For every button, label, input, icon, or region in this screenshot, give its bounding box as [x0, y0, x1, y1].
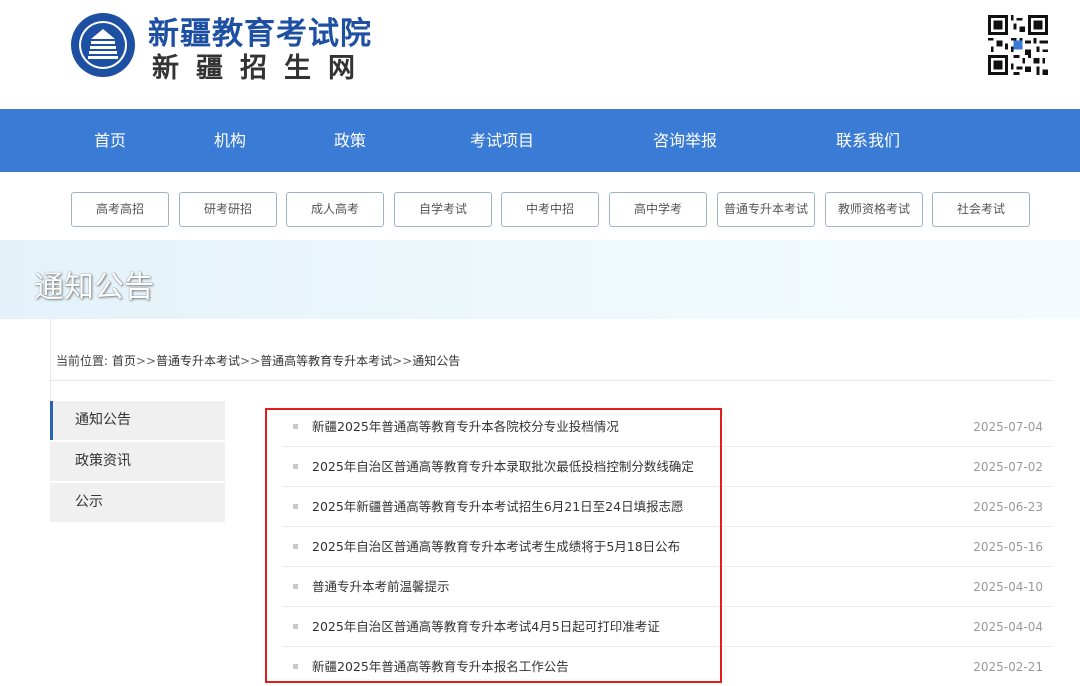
nav-item-contact[interactable]: 联系我们	[836, 109, 900, 172]
square-bullet-icon	[293, 464, 298, 469]
breadcrumb-item-notices[interactable]: 通知公告	[412, 354, 460, 368]
site-header: 新疆教育考试院 新疆招生网	[0, 0, 1080, 109]
news-title[interactable]: 2025年新疆普通高等教育专升本考试招生6月21日至24日填报志愿	[312, 487, 684, 527]
news-date: 2025-06-23	[973, 500, 1043, 514]
site-subtitle: 新疆招生网	[152, 53, 372, 84]
square-bullet-icon	[293, 664, 298, 669]
sidebar-item-public-notice[interactable]: 公示	[50, 483, 225, 522]
news-date: 2025-04-10	[973, 580, 1043, 594]
breadcrumb-item-higher-ed-upgrade[interactable]: 普通高等教育专升本考试	[260, 354, 392, 368]
sidebar-item-policy-news[interactable]: 政策资讯	[50, 442, 225, 481]
breadcrumb-separator: >>	[392, 354, 413, 368]
news-date: 2025-07-04	[973, 420, 1043, 434]
category-button[interactable]: 成人高考	[286, 192, 384, 227]
category-button[interactable]: 普通专升本考试	[717, 192, 815, 227]
news-item[interactable]: 2025年自治区普通高等教育专升本录取批次最低投档控制分数线确定 2025-07…	[282, 447, 1052, 487]
news-item[interactable]: 普通专升本考前温馨提示 2025-04-10	[282, 567, 1052, 607]
breadcrumb-prefix: 当前位置:	[56, 354, 109, 368]
nav-item-consult-report[interactable]: 咨询举报	[653, 109, 717, 172]
category-button[interactable]: 教师资格考试	[825, 192, 923, 227]
nav-item-policy[interactable]: 政策	[334, 109, 366, 172]
news-title[interactable]: 2025年自治区普通高等教育专升本考试4月5日起可打印准考证	[312, 607, 660, 647]
category-button[interactable]: 高中学考	[609, 192, 707, 227]
category-button[interactable]: 研考研招	[179, 192, 277, 227]
breadcrumb: 当前位置: 首页>>普通专升本考试>>普通高等教育专升本考试>>通知公告	[56, 352, 460, 369]
news-title[interactable]: 新疆2025年普通高等教育专升本报名工作公告	[312, 647, 569, 686]
main-nav: 首页 机构 政策 考试项目 咨询举报 联系我们	[0, 109, 1080, 172]
breadcrumb-item-upgrade-exam[interactable]: 普通专升本考试	[156, 354, 240, 368]
news-item[interactable]: 2025年自治区普通高等教育专升本考试考生成绩将于5月18日公布 2025-05…	[282, 527, 1052, 567]
category-button[interactable]: 中考中招	[501, 192, 599, 227]
square-bullet-icon	[293, 424, 298, 429]
divider	[50, 380, 1052, 381]
news-list: 新疆2025年普通高等教育专升本各院校分专业投档情况 2025-07-04 20…	[282, 407, 1052, 686]
divider	[50, 319, 51, 401]
square-bullet-icon	[293, 624, 298, 629]
breadcrumb-item-home[interactable]: 首页	[112, 354, 136, 368]
news-item[interactable]: 2025年自治区普通高等教育专升本考试4月5日起可打印准考证 2025-04-0…	[282, 607, 1052, 647]
news-date: 2025-02-21	[973, 660, 1043, 674]
content-area: 当前位置: 首页>>普通专升本考试>>普通高等教育专升本考试>>通知公告 通知公…	[0, 319, 1080, 686]
breadcrumb-separator: >>	[135, 354, 156, 368]
square-bullet-icon	[293, 584, 298, 589]
banner-title: 通知公告	[34, 270, 154, 305]
breadcrumb-separator: >>	[240, 354, 261, 368]
square-bullet-icon	[293, 504, 298, 509]
nav-item-exam-projects[interactable]: 考试项目	[470, 109, 534, 172]
sidebar-item-notices[interactable]: 通知公告	[50, 401, 225, 440]
news-title[interactable]: 普通专升本考前温馨提示	[312, 567, 450, 607]
news-date: 2025-07-02	[973, 460, 1043, 474]
section-banner: 通知公告	[0, 240, 1080, 319]
news-title[interactable]: 新疆2025年普通高等教育专升本各院校分专业投档情况	[312, 407, 619, 447]
square-bullet-icon	[293, 544, 298, 549]
nav-item-organization[interactable]: 机构	[214, 109, 246, 172]
nav-item-home[interactable]: 首页	[94, 109, 126, 172]
news-item[interactable]: 2025年新疆普通高等教育专升本考试招生6月21日至24日填报志愿 2025-0…	[282, 487, 1052, 527]
news-item[interactable]: 新疆2025年普通高等教育专升本各院校分专业投档情况 2025-07-04	[282, 407, 1052, 447]
news-item[interactable]: 新疆2025年普通高等教育专升本报名工作公告 2025-02-21	[282, 647, 1052, 686]
exam-institute-emblem-icon[interactable]	[70, 12, 136, 78]
category-bar: 高考高招 研考研招 成人高考 自学考试 中考中招 高中学考 普通专升本考试 教师…	[0, 172, 1080, 240]
category-button[interactable]: 高考高招	[71, 192, 169, 227]
news-date: 2025-05-16	[973, 540, 1043, 554]
category-button[interactable]: 社会考试	[932, 192, 1030, 227]
qr-code-icon	[988, 15, 1048, 75]
news-title[interactable]: 2025年自治区普通高等教育专升本考试考生成绩将于5月18日公布	[312, 527, 680, 567]
news-date: 2025-04-04	[973, 620, 1043, 634]
sidebar: 通知公告 政策资讯 公示	[50, 401, 225, 524]
category-button[interactable]: 自学考试	[394, 192, 492, 227]
news-title[interactable]: 2025年自治区普通高等教育专升本录取批次最低投档控制分数线确定	[312, 447, 694, 487]
